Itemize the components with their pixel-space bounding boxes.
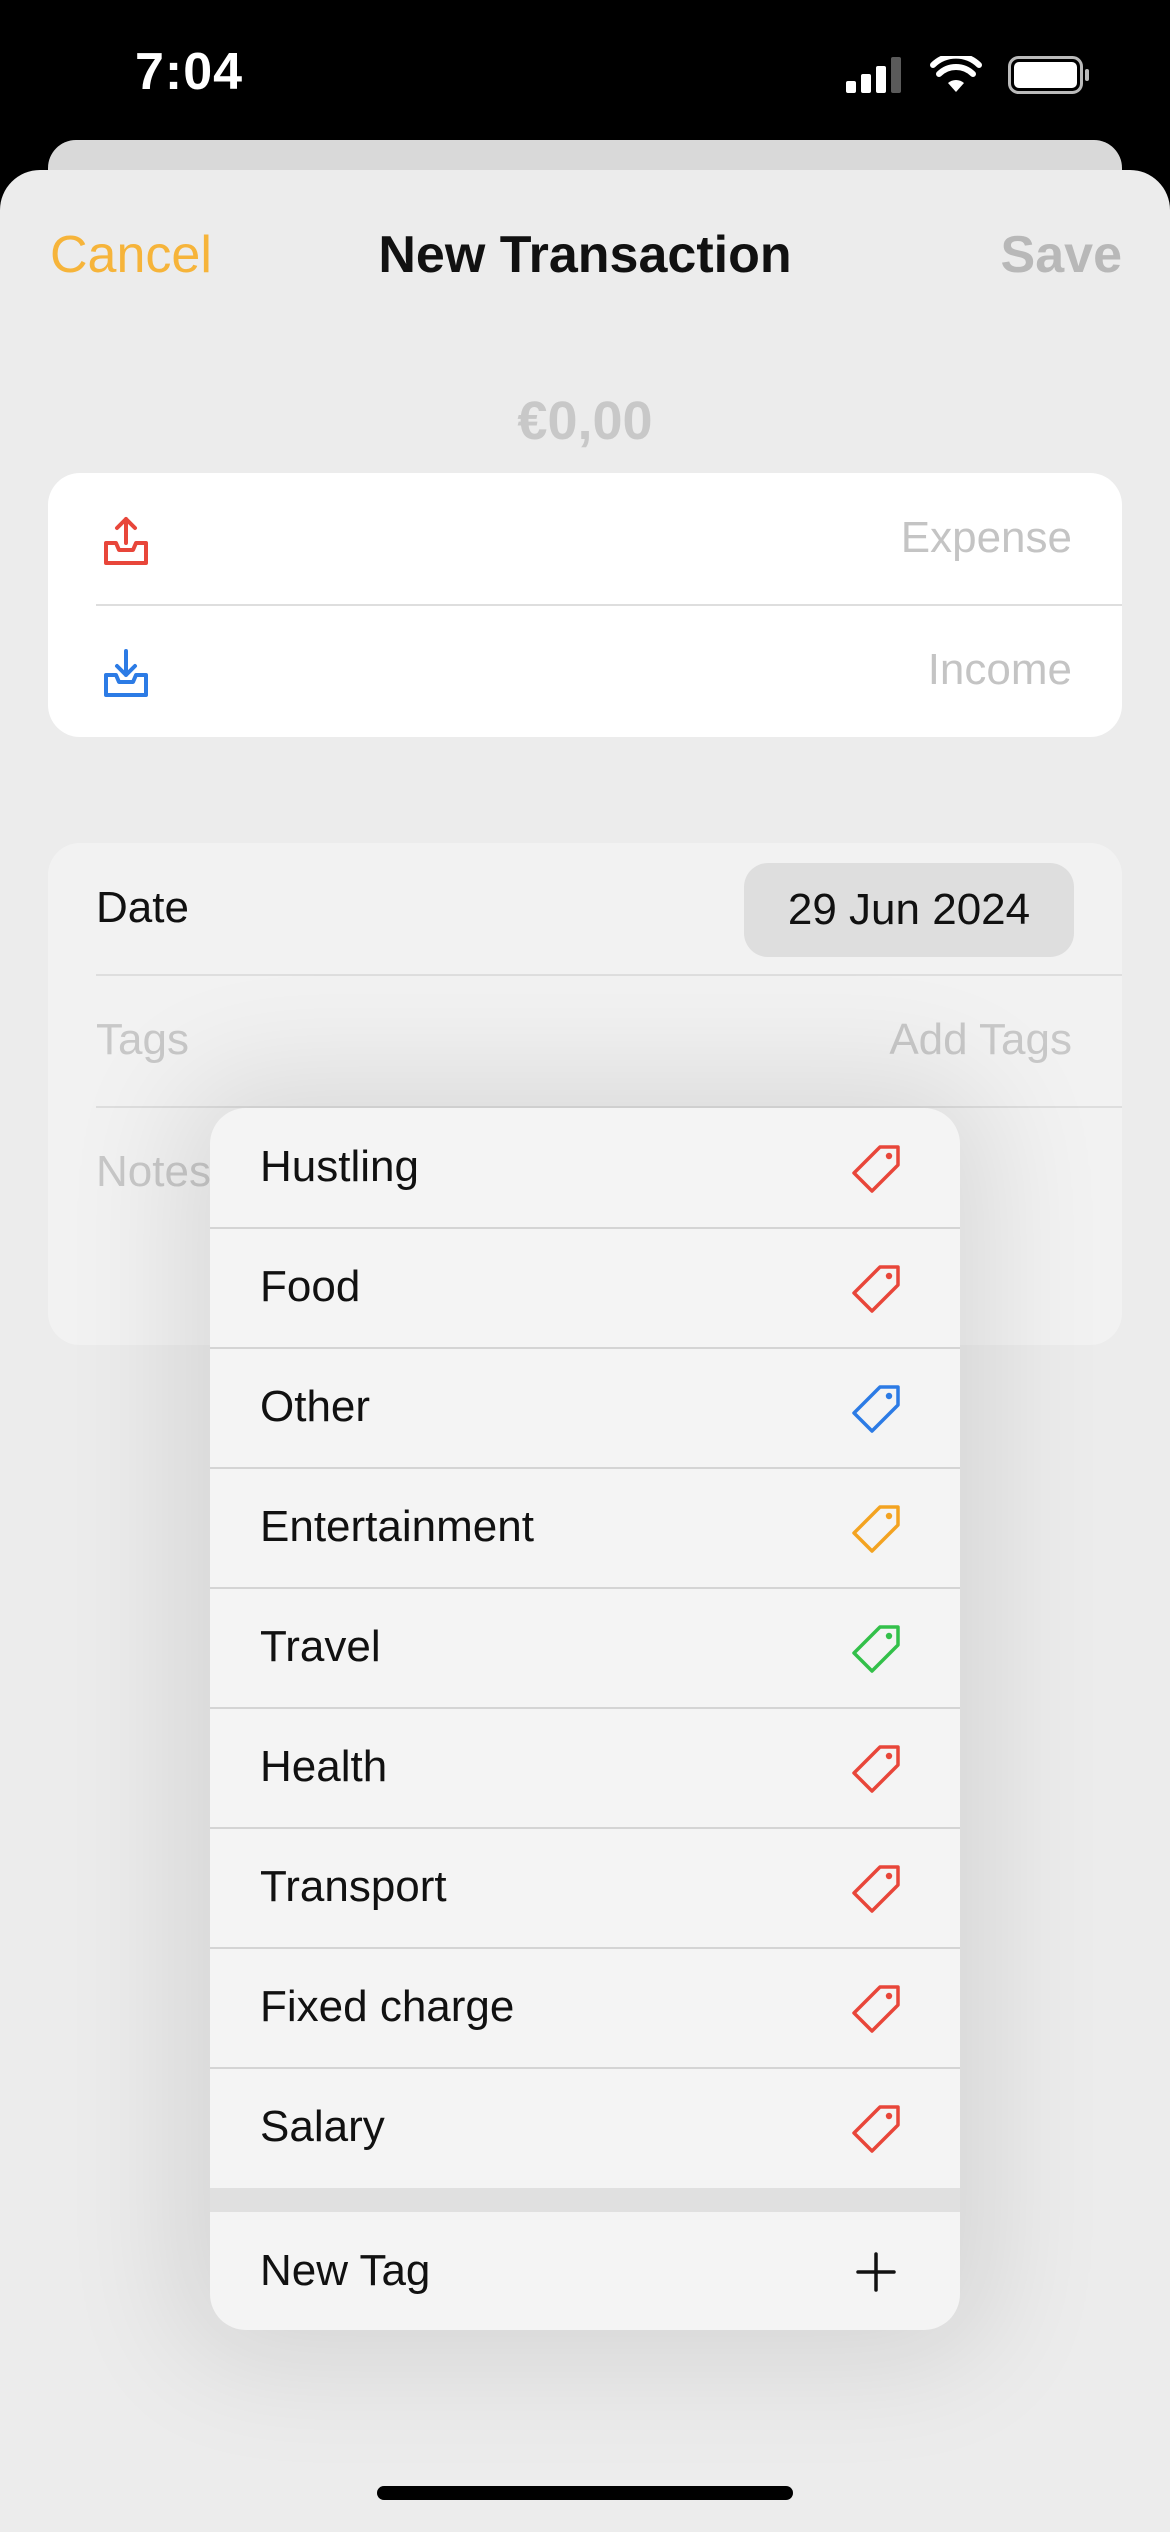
income-label: Income: [927, 645, 1072, 694]
tag-option-hustling[interactable]: Hustling: [210, 1108, 960, 1228]
plus-icon: [856, 2252, 896, 2292]
new-tag-label: New Tag: [260, 2246, 431, 2295]
add-tags-button[interactable]: Add Tags: [889, 1015, 1072, 1065]
wifi-icon: [930, 56, 982, 92]
tag-icon: [852, 1385, 900, 1433]
page-title: New Transaction: [378, 226, 792, 284]
status-bar: 7:04: [0, 0, 1170, 150]
transaction-type-group: Expense Income: [48, 473, 1122, 737]
expense-option[interactable]: Expense: [48, 473, 1122, 605]
status-time: 7:04: [135, 43, 244, 101]
tag-icon: [852, 1625, 900, 1673]
tag-icon: [852, 1265, 900, 1313]
tag-option-health[interactable]: Health: [210, 1708, 960, 1828]
tag-option-label: Entertainment: [260, 1502, 534, 1551]
tray-download-icon: [104, 649, 148, 697]
tag-option-label: Transport: [260, 1862, 447, 1911]
tag-option-label: Travel: [260, 1622, 381, 1671]
tag-option-salary[interactable]: Salary: [210, 2068, 960, 2188]
status-icons: [846, 56, 1090, 94]
date-label: Date: [96, 883, 189, 932]
signal-icon: [846, 57, 901, 93]
tag-icon: [852, 1145, 900, 1193]
tag-option-label: Food: [260, 1262, 361, 1311]
battery-icon: [1008, 56, 1089, 94]
new-tag-button[interactable]: New Tag: [210, 2212, 960, 2330]
tag-option-label: Health: [260, 1742, 388, 1791]
tag-icon: [852, 1985, 900, 2033]
income-option[interactable]: Income: [48, 605, 1122, 737]
tags-label: Tags: [96, 1015, 189, 1064]
notes-field[interactable]: Notes: [96, 1147, 211, 1197]
tag-option-transport[interactable]: Transport: [210, 1828, 960, 1948]
tag-icon: [852, 2105, 900, 2153]
save-button[interactable]: Save: [1001, 225, 1122, 285]
tag-menu: Hustling Food Other Entertainment Travel…: [210, 1108, 960, 2330]
tag-option-label: Hustling: [260, 1142, 419, 1191]
tag-icon: [852, 1865, 900, 1913]
divider: [96, 974, 1122, 976]
tag-icon: [852, 1505, 900, 1553]
tag-option-food[interactable]: Food: [210, 1228, 960, 1348]
expense-label: Expense: [900, 513, 1072, 562]
tag-option-travel[interactable]: Travel: [210, 1588, 960, 1708]
tag-option-label: Fixed charge: [260, 1982, 515, 2031]
menu-section-gap: [210, 2188, 960, 2212]
tag-option-label: Other: [260, 1382, 371, 1431]
home-indicator: [377, 2486, 793, 2500]
tag-option-entertainment[interactable]: Entertainment: [210, 1468, 960, 1588]
amount-display[interactable]: €0,00: [0, 390, 1170, 452]
tag-option-label: Salary: [260, 2102, 385, 2151]
tray-upload-icon: [104, 517, 148, 565]
tag-option-other[interactable]: Other: [210, 1348, 960, 1468]
date-picker[interactable]: 29 Jun 2024: [744, 863, 1074, 957]
tag-icon: [852, 1745, 900, 1793]
tag-option-fixed-charge[interactable]: Fixed charge: [210, 1948, 960, 2068]
